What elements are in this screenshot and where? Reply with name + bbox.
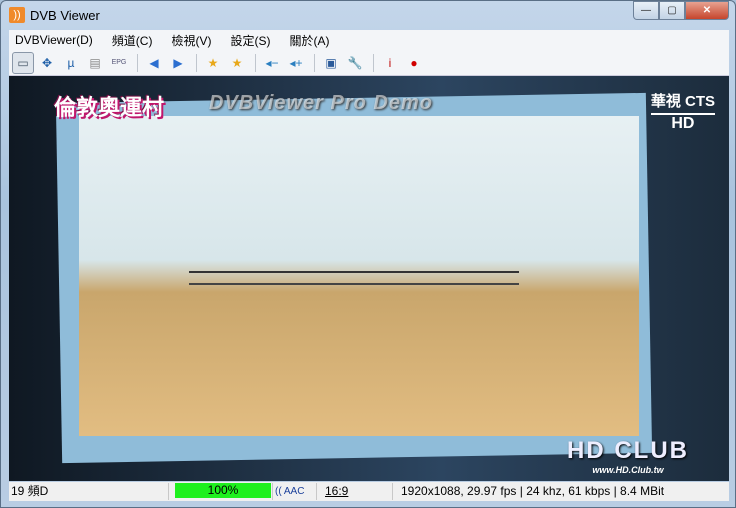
menu-about[interactable]: 關於(A): [283, 32, 342, 49]
previous-channel-button[interactable]: ◀: [143, 52, 165, 74]
volume-up-icon: ◂+: [289, 55, 303, 70]
menu-settings[interactable]: 設定(S): [224, 32, 283, 49]
record-icon: ●: [410, 55, 418, 70]
osd-icon: ▤: [89, 55, 101, 70]
teletext-icon: ▣: [325, 55, 337, 70]
mini-mode-icon: µ: [67, 55, 75, 70]
hdclub-url: www.HD.Club.tw: [592, 465, 664, 475]
teletext-button[interactable]: ▣: [320, 52, 342, 74]
toolbar-separator: [373, 53, 374, 72]
toolbar: ▭ ✥ µ ▤ EPG ◀ ▶ ★ ★ ◂− ◂+ ▣ 🔧 i ●: [9, 50, 729, 76]
favorite-prev-button[interactable]: ★: [202, 52, 224, 74]
osd-button[interactable]: ▤: [84, 52, 106, 74]
minimize-button[interactable]: —: [633, 1, 659, 20]
window-title: DVB Viewer: [30, 8, 100, 23]
favorite-next-button[interactable]: ★: [226, 52, 248, 74]
toolbar-separator: [314, 53, 315, 72]
volleyball-net: [189, 271, 519, 273]
audio-format-badge: (( AAC: [273, 483, 317, 500]
fullscreen-icon: ✥: [41, 55, 53, 70]
record-button[interactable]: ●: [403, 52, 425, 74]
epg-button[interactable]: EPG: [108, 52, 130, 74]
demo-watermark: DVBViewer Pro Demo: [209, 92, 433, 114]
fullscreen-button[interactable]: ✥: [36, 52, 58, 74]
title-bar[interactable]: )) DVB Viewer — ▢ ✕: [1, 1, 735, 29]
hdclub-logo-text: HD CLUB: [567, 437, 689, 464]
menu-channel[interactable]: 頻道(C): [106, 32, 166, 49]
close-button[interactable]: ✕: [685, 1, 729, 20]
previous-channel-icon: ◀: [149, 55, 159, 70]
menu-view[interactable]: 檢視(V): [165, 32, 224, 49]
video-scene: [79, 116, 639, 436]
maximize-button[interactable]: ▢: [659, 1, 685, 20]
video-display[interactable]: 倫敦奧運村 DVBViewer Pro Demo 華視 CTS HD HD CL…: [9, 76, 729, 481]
volume-down-button[interactable]: ◂−: [261, 52, 283, 74]
station-logo-text: 華視 CTS: [650, 93, 715, 110]
settings-wrench-button[interactable]: 🔧: [344, 52, 366, 74]
rss-icon[interactable]: )): [9, 7, 25, 23]
epg-icon: EPG: [111, 59, 127, 66]
info-button[interactable]: i: [379, 52, 401, 74]
next-channel-icon: ▶: [173, 55, 183, 70]
menu-dvbviewer[interactable]: DVBViewer(D): [9, 33, 106, 47]
next-channel-button[interactable]: ▶: [167, 52, 189, 74]
settings-wrench-icon: 🔧: [347, 55, 363, 70]
aspect-ratio: 16:9: [317, 483, 393, 500]
hdclub-logo: HD CLUB www.HD.Club.tw: [567, 437, 689, 475]
window-mode-button[interactable]: ▭: [12, 51, 34, 74]
app-window: )) DVB Viewer — ▢ ✕ DVBViewer(D) 頻道(C) 檢…: [0, 0, 736, 508]
signal-strength-bar: 100%: [175, 483, 271, 498]
info-icon: i: [388, 55, 392, 70]
volume-up-button[interactable]: ◂+: [285, 52, 307, 74]
mini-mode-button[interactable]: µ: [60, 52, 82, 74]
channel-program-logo: 倫敦奧運村: [54, 95, 165, 120]
stream-info: 1920x1088, 29.97 fps | 24 khz, 61 kbps |…: [401, 484, 665, 498]
volume-down-icon: ◂−: [265, 55, 279, 70]
favorite-prev-icon: ★: [207, 55, 219, 70]
status-bar: 19 頻D 100% (( AAC 16:9 1920x1088, 29.97 …: [9, 482, 729, 501]
menu-bar: DVBViewer(D) 頻道(C) 檢視(V) 設定(S) 關於(A): [9, 30, 729, 50]
status-channel: 19 頻D: [9, 483, 169, 500]
window-mode-icon: ▭: [17, 55, 29, 70]
toolbar-separator: [255, 53, 256, 72]
audio-format: AAC: [283, 486, 305, 497]
toolbar-separator: [196, 53, 197, 72]
favorite-next-icon: ★: [231, 55, 243, 70]
station-logo-hd: HD: [650, 113, 715, 133]
station-logo: 華視 CTS HD: [650, 90, 715, 133]
toolbar-separator: [137, 53, 138, 72]
